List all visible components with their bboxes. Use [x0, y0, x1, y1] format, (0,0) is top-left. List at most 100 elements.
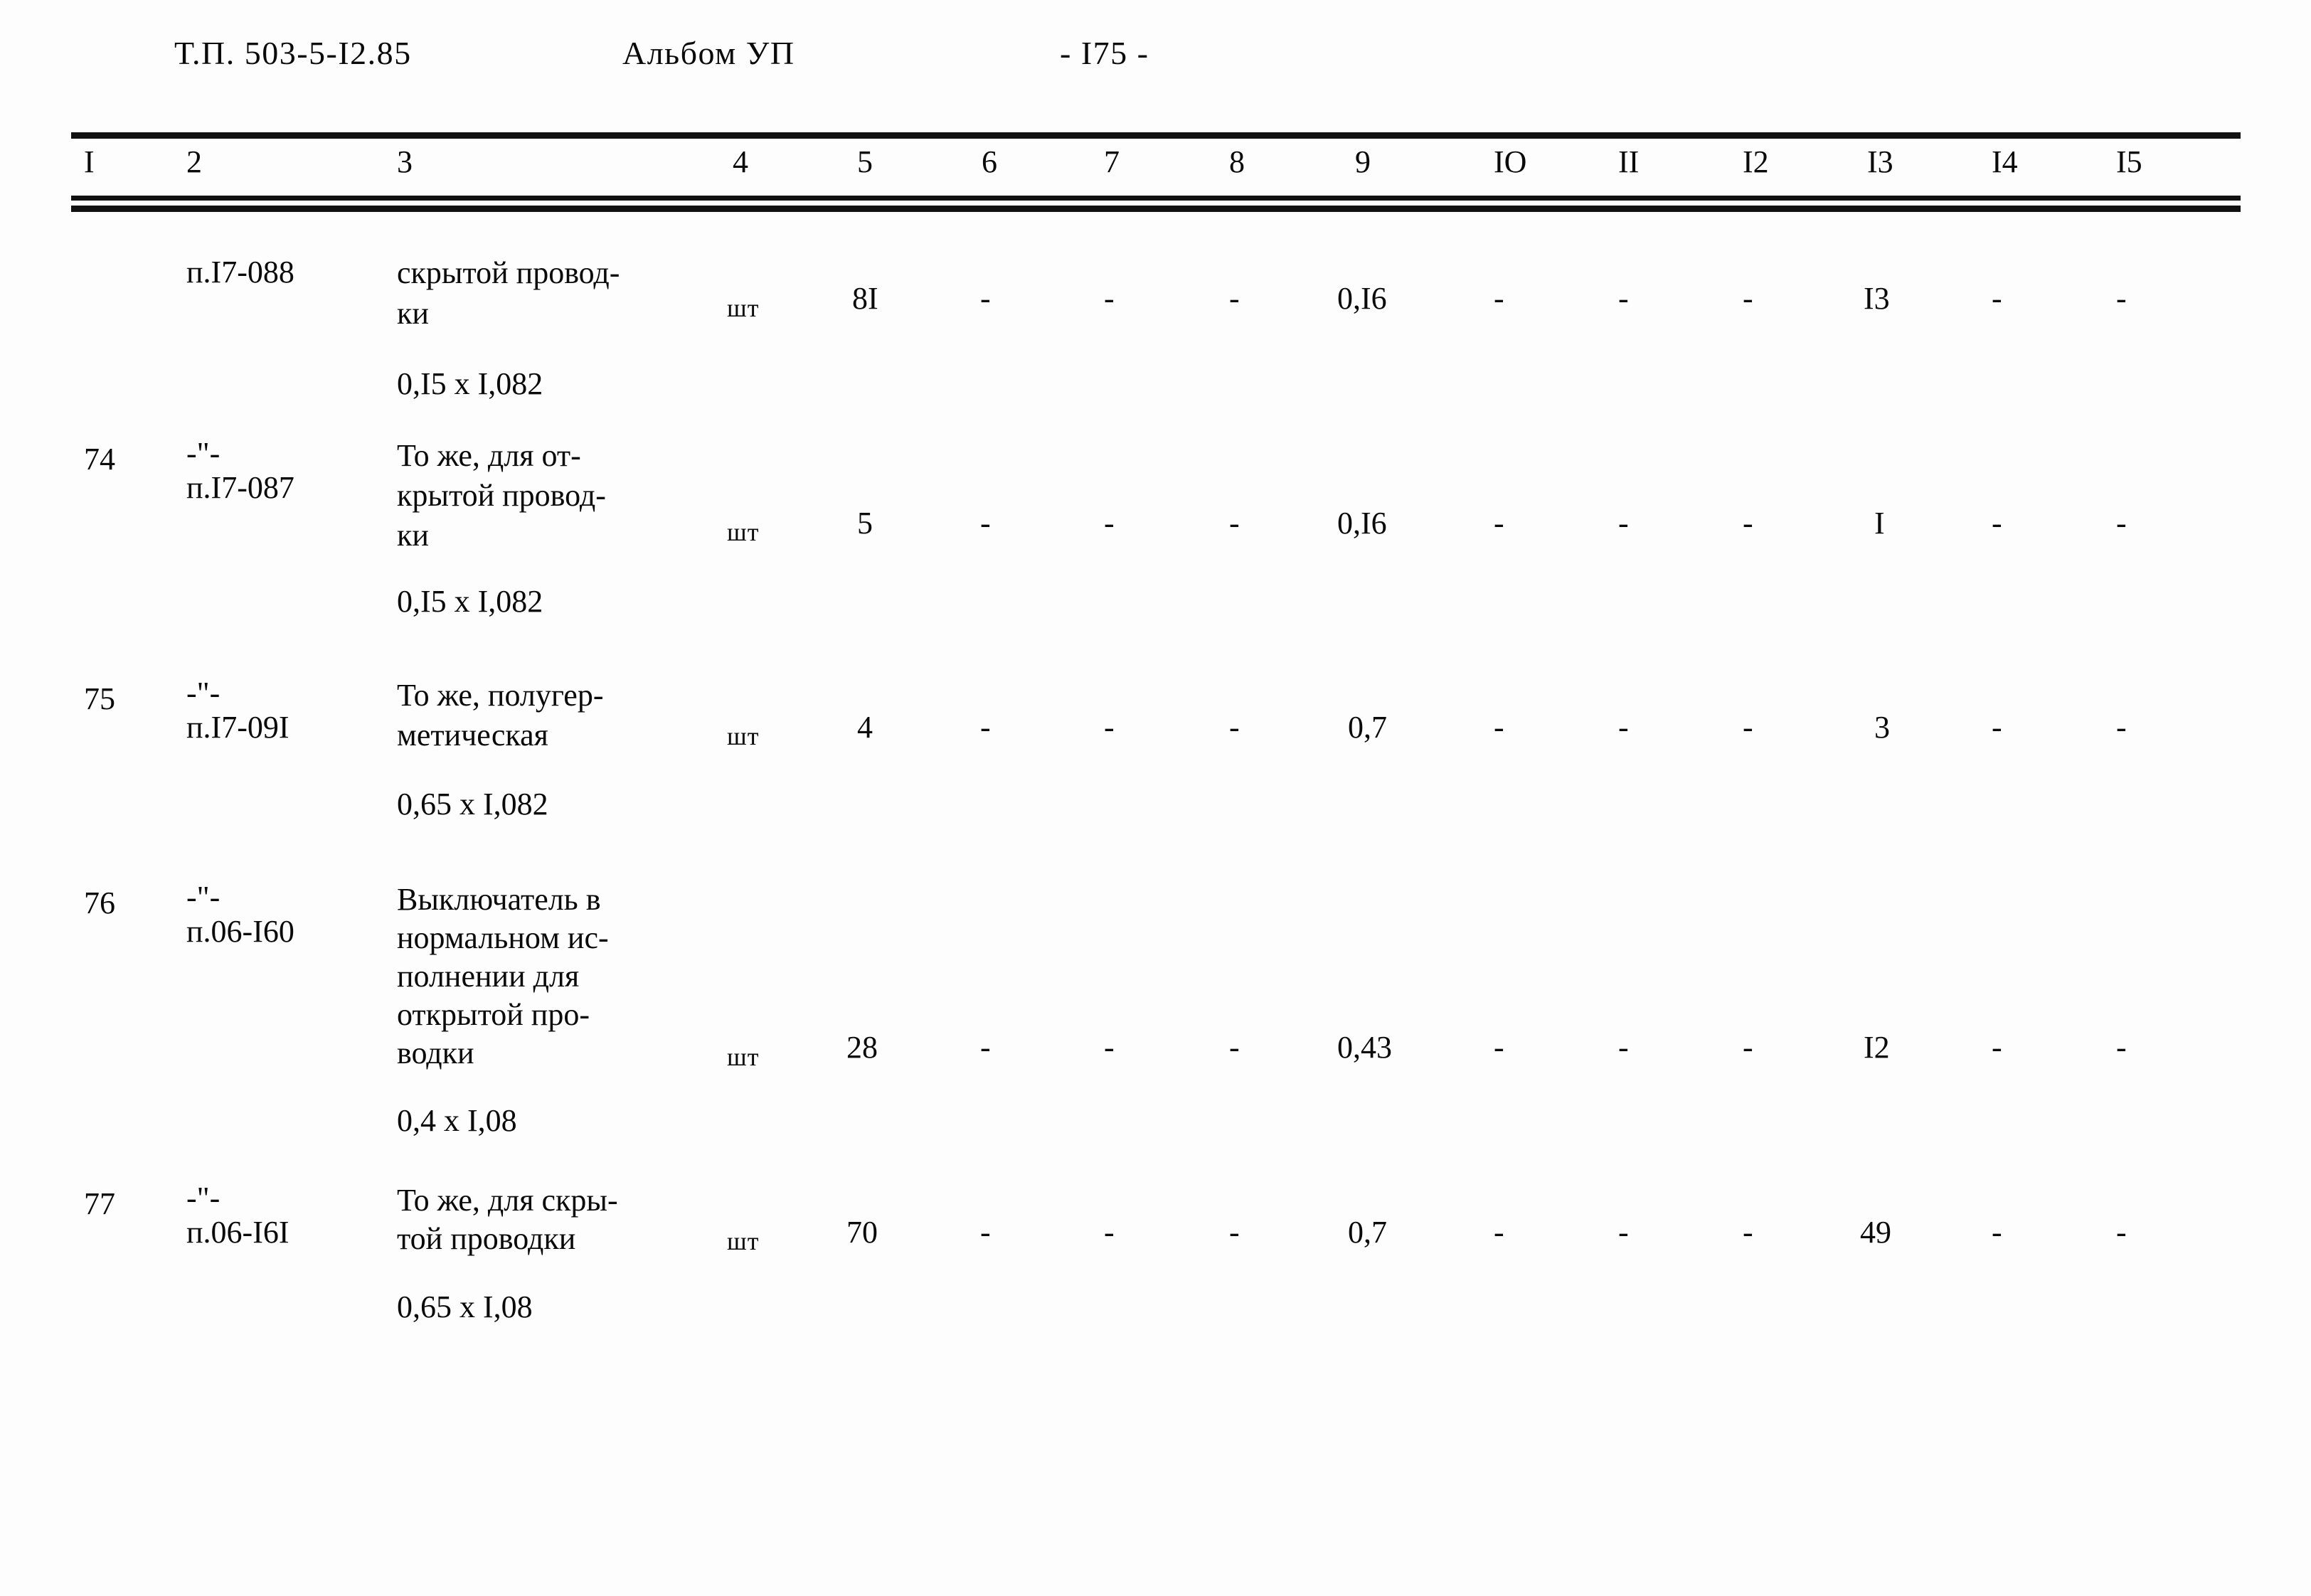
row-col7: -: [1104, 506, 1115, 541]
row-unit: шт: [727, 518, 760, 546]
row-desc-line-2: нормальном ис-: [397, 920, 609, 955]
column-header-9: 9: [1355, 144, 1371, 179]
row-desc-line-2: крытой провод-: [397, 478, 606, 513]
row-col5: 70: [846, 1215, 878, 1250]
row-desc-line-2: метическая: [397, 718, 548, 752]
column-header-11: II: [1618, 144, 1640, 179]
row-code-ditto: -"-: [186, 880, 221, 915]
row-col6: -: [980, 1030, 991, 1065]
row-col11: -: [1618, 506, 1629, 541]
row-number: 76: [84, 885, 115, 920]
row-col14: -: [1992, 506, 2002, 541]
page-header: Т.П. 503-5-I2.85 Альбом УП - I75 -: [0, 34, 2311, 77]
row-unit: шт: [727, 294, 760, 322]
row-col11: -: [1618, 1030, 1629, 1065]
row-unit: шт: [727, 1227, 760, 1255]
row-col10: -: [1494, 1030, 1504, 1065]
row-col8: -: [1229, 506, 1240, 541]
row-col9: 0,I6: [1337, 281, 1387, 316]
row-col10: -: [1494, 506, 1504, 541]
row-col10: -: [1494, 281, 1504, 316]
column-header-15: I5: [2116, 144, 2142, 179]
row-col8: -: [1229, 281, 1240, 316]
row-col14: -: [1992, 1030, 2002, 1065]
row-col13: I3: [1864, 281, 1890, 316]
column-header-7: 7: [1104, 144, 1120, 179]
row-col5: 8I: [852, 281, 878, 316]
row-code: п.06-I6I: [186, 1215, 289, 1250]
row-col7: -: [1104, 1030, 1115, 1065]
column-header-2: 2: [186, 144, 202, 179]
row-col15: -: [2116, 506, 2127, 541]
row-desc-line-1: скрытой провод-: [397, 255, 620, 290]
row-col14: -: [1992, 281, 2002, 316]
row-col12: -: [1743, 506, 1753, 541]
row-desc-line-1: То же, полугер-: [397, 678, 604, 713]
table-row: п.I7-088 скрытой провод- ки 0,I5 x I,082…: [0, 213, 2311, 420]
row-col15: -: [2116, 281, 2127, 316]
row-desc-line-2: ки: [397, 296, 429, 331]
row-col7: -: [1104, 281, 1115, 316]
row-code: п.I7-09I: [186, 710, 289, 745]
table-row: 75 -"- п.I7-09I То же, полугер- метическ…: [0, 672, 2311, 871]
row-code-ditto: -"-: [186, 1181, 221, 1215]
row-col8: -: [1229, 1215, 1240, 1250]
row-number: 74: [84, 442, 115, 477]
column-header-4: 4: [733, 144, 748, 179]
column-header-1: I: [84, 144, 95, 179]
column-header-6: 6: [982, 144, 997, 179]
row-col7: -: [1104, 1215, 1115, 1250]
row-code-ditto: -"-: [186, 676, 221, 711]
row-col5: 4: [857, 710, 873, 745]
row-col11: -: [1618, 1215, 1629, 1250]
row-desc-line-5: водки: [397, 1036, 474, 1070]
row-code: п.I7-087: [186, 470, 294, 505]
row-desc-line-2: той проводки: [397, 1221, 576, 1256]
table-header-rule-lower: [71, 206, 2241, 212]
table-column-headers: I 2 3 4 5 6 7 8 9 IO II I2 I3 I4 I5: [0, 144, 2311, 193]
column-header-8: 8: [1229, 144, 1245, 179]
column-header-14: I4: [1992, 144, 2018, 179]
row-col9: 0,7: [1348, 710, 1387, 745]
row-col15: -: [2116, 1215, 2127, 1250]
row-col14: -: [1992, 1215, 2002, 1250]
row-col13: 49: [1860, 1215, 1891, 1250]
row-col5: 28: [846, 1030, 878, 1065]
row-col13: I: [1874, 506, 1885, 541]
column-header-13: I3: [1867, 144, 1893, 179]
row-col10: -: [1494, 710, 1504, 745]
row-dimensions: 0,4 x I,08: [397, 1103, 517, 1138]
row-col12: -: [1743, 1030, 1753, 1065]
album-label: Альбом УП: [622, 35, 795, 71]
row-col6: -: [980, 281, 991, 316]
row-col9: 0,7: [1348, 1215, 1387, 1250]
row-col9: 0,43: [1337, 1030, 1392, 1065]
row-desc-line-3: полнении для: [397, 959, 580, 994]
row-desc-line-4: открытой про-: [397, 997, 590, 1032]
row-dimensions: 0,65 x I,082: [397, 787, 548, 821]
column-header-5: 5: [857, 144, 873, 179]
column-header-3: 3: [397, 144, 413, 179]
row-col8: -: [1229, 710, 1240, 745]
document-page: Т.П. 503-5-I2.85 Альбом УП - I75 - I 2 3…: [0, 0, 2311, 1596]
document-code: Т.П. 503-5-I2.85: [174, 35, 412, 71]
row-col10: -: [1494, 1215, 1504, 1250]
column-header-12: I2: [1743, 144, 1769, 179]
row-unit: шт: [727, 722, 760, 750]
row-col9: 0,I6: [1337, 506, 1387, 541]
row-number: 75: [84, 681, 115, 716]
row-col11: -: [1618, 281, 1629, 316]
row-col12: -: [1743, 710, 1753, 745]
column-header-10: IO: [1494, 144, 1527, 179]
row-desc-line-1: То же, для скры-: [397, 1183, 618, 1218]
table-row: 77 -"- п.06-I6I То же, для скры- той про…: [0, 1177, 2311, 1383]
table-row: 76 -"- п.06-I60 Выключатель в нормальном…: [0, 875, 2311, 1174]
row-desc-line-3: ки: [397, 518, 429, 553]
row-col5: 5: [857, 506, 873, 541]
row-col11: -: [1618, 710, 1629, 745]
row-dimensions: 0,65 x I,08: [397, 1289, 533, 1324]
row-dimensions: 0,I5 x I,082: [397, 584, 543, 619]
row-code-ditto: -"-: [186, 436, 221, 471]
row-unit: шт: [727, 1043, 760, 1071]
page-number: - I75 -: [1060, 35, 1149, 71]
